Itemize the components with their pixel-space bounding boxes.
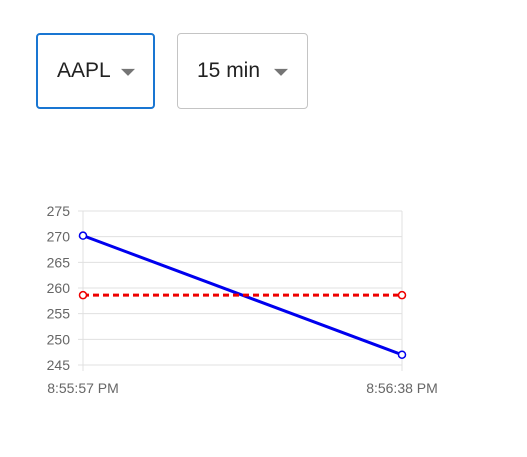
x-tick-label: 8:56:38 PM (366, 380, 438, 396)
chart-axes: 275 270 265 260 255 250 245 8:55:57 PM 8:56:38 P… (47, 203, 438, 396)
x-tick-label: 8:55:57 PM (47, 380, 119, 396)
y-tick-label: 255 (47, 306, 71, 322)
chart-grid (78, 210, 403, 371)
series-0-point (397, 350, 407, 359)
y-tick-label: 250 (47, 331, 71, 347)
y-tick-label: 275 (47, 203, 71, 219)
y-tick-label: 260 (47, 280, 71, 296)
y-tick-label: 270 (47, 229, 71, 245)
price-line-chart: 275 270 265 260 255 250 245 8:55:57 PM 8:56:38 P… (47, 203, 438, 396)
y-tick-label: 245 (47, 357, 71, 373)
series-1-point (78, 290, 88, 300)
series-0-point (78, 231, 88, 240)
y-tick-label: 265 (47, 254, 71, 270)
series-1-point (397, 290, 407, 300)
